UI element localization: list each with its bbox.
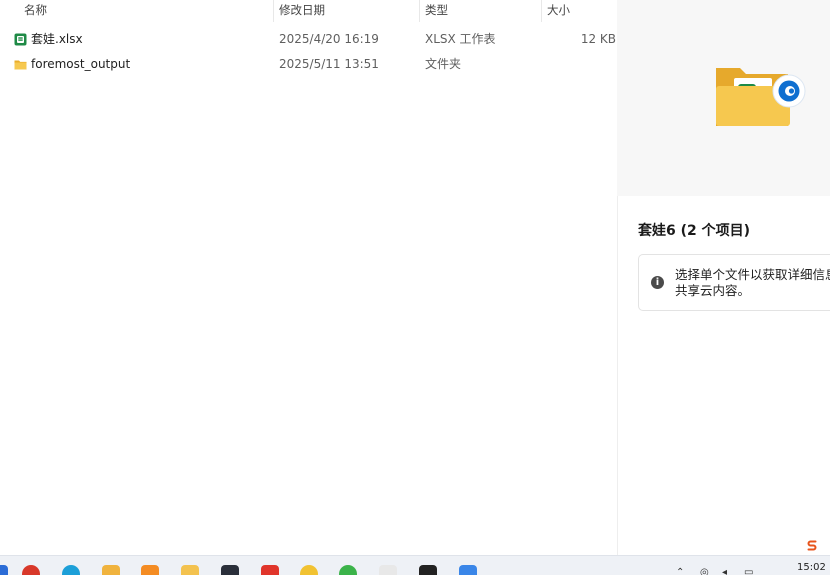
column-divider[interactable]	[273, 0, 274, 22]
file-type: 文件夹	[425, 57, 462, 71]
volume-icon[interactable]: ◂	[722, 567, 727, 575]
file-explorer-icon[interactable]	[181, 565, 199, 575]
notepad-icon[interactable]	[379, 565, 397, 575]
info-text: 选择单个文件以获取详细信息 共享云内容。	[675, 267, 830, 299]
column-header-type[interactable]: 类型	[425, 0, 448, 22]
sogou-ime-icon[interactable]	[804, 537, 820, 553]
wps-icon[interactable]	[141, 565, 159, 575]
column-divider[interactable]	[419, 0, 420, 22]
file-type: XLSX 工作表	[425, 32, 496, 46]
info-icon: i	[651, 276, 664, 289]
network-icon[interactable]: ◎	[700, 567, 709, 575]
file-size: 12 KB	[580, 32, 616, 46]
column-header-size[interactable]: 大小	[547, 0, 570, 22]
file-date: 2025/4/20 16:19	[279, 32, 379, 46]
chevron-up-icon[interactable]: ⌃	[676, 567, 684, 575]
file-name: 套娃.xlsx	[31, 32, 83, 46]
file-list: 名称 修改日期 类型 大小 套娃.xlsx 2025/4/20 16:19 XL…	[0, 0, 617, 555]
excel-file-icon	[14, 33, 27, 46]
terminal-icon[interactable]	[221, 565, 239, 575]
app-icon[interactable]	[300, 565, 318, 575]
file-name: foremost_output	[31, 57, 131, 71]
folder-icon	[14, 60, 27, 70]
column-divider[interactable]	[541, 0, 542, 22]
pdf-icon[interactable]	[261, 565, 279, 575]
info-line-2: 共享云内容。	[675, 283, 751, 298]
info-message: i 选择单个文件以获取详细信息 共享云内容。	[638, 254, 830, 311]
details-title: 套娃6 (2 个项目)	[638, 223, 751, 239]
file-row-xlsx[interactable]: 套娃.xlsx 2025/4/20 16:19 XLSX 工作表 12 KB	[0, 27, 617, 52]
details-pane: 套娃6 (2 个项目) i 选择单个文件以获取详细信息 共享云内容。	[617, 196, 830, 555]
details-preview-area	[617, 0, 830, 196]
clock[interactable]: 15:02	[797, 562, 826, 573]
battery-icon[interactable]: ▭	[744, 567, 753, 575]
app-icon[interactable]	[419, 565, 437, 575]
file-row-folder[interactable]: foremost_output 2025/5/11 13:51 文件夹	[0, 52, 617, 77]
column-header-date[interactable]: 修改日期	[279, 0, 325, 22]
chrome-icon[interactable]	[22, 565, 40, 575]
start-button[interactable]	[0, 565, 8, 575]
calendar-icon[interactable]	[459, 565, 477, 575]
edge-icon[interactable]	[62, 565, 80, 575]
app-icon[interactable]	[102, 565, 120, 575]
info-line-1: 选择单个文件以获取详细信息	[675, 267, 830, 282]
folder-preview-icon	[716, 68, 806, 126]
file-date: 2025/5/11 13:51	[279, 57, 379, 71]
column-header-name[interactable]: 名称	[24, 0, 47, 22]
taskbar: ⌃ ◎ ◂ ▭ 15:02	[0, 555, 830, 575]
wechat-icon[interactable]	[339, 565, 357, 575]
